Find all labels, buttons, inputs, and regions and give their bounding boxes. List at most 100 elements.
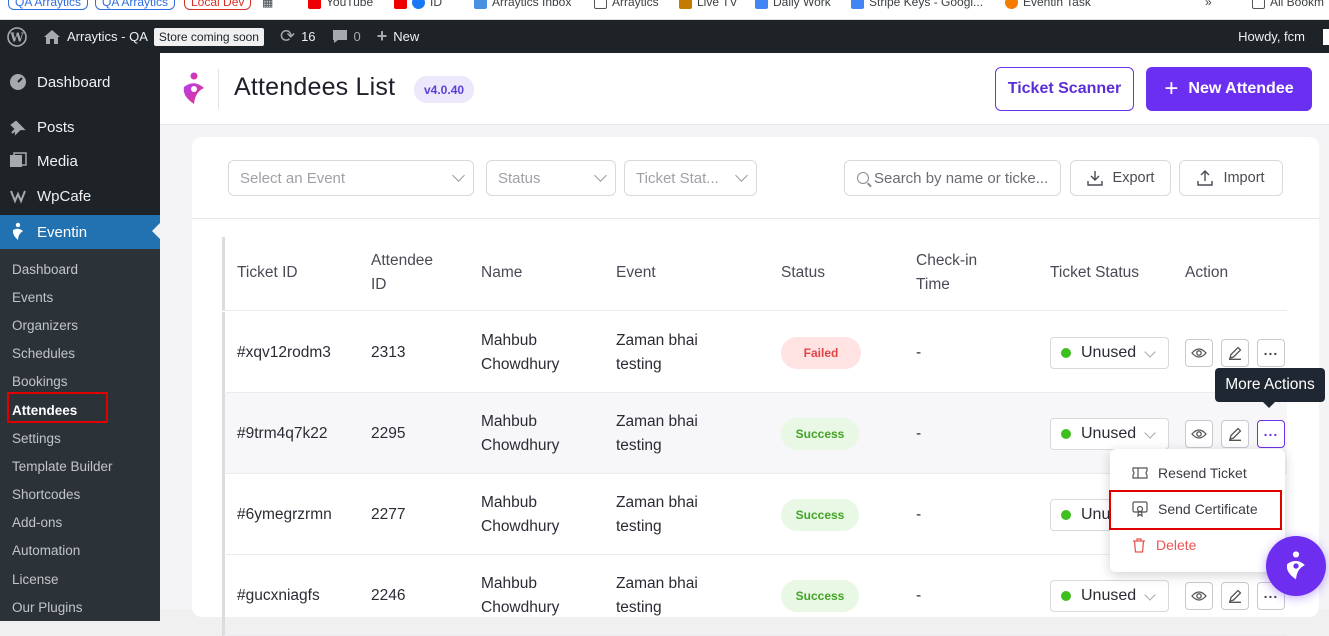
chevron-down-icon	[1144, 427, 1156, 439]
menu-dashboard[interactable]: Dashboard	[0, 67, 160, 97]
updates-link[interactable]: ⟳ 16	[272, 20, 324, 53]
bookmark-apps[interactable]: ▦	[262, 0, 273, 10]
view-button[interactable]	[1185, 420, 1213, 448]
import-button[interactable]: Import	[1179, 160, 1283, 196]
delete-item[interactable]: Delete	[1132, 537, 1196, 553]
edit-button[interactable]	[1221, 420, 1249, 448]
ticket-status-select[interactable]: Unused	[1050, 580, 1169, 612]
ellipsis-icon: ...	[1263, 423, 1279, 439]
red-favicon-icon	[394, 0, 407, 9]
bookmark-stripe-keys[interactable]: Stripe Keys - Googl...	[851, 0, 983, 10]
ticket-status-select[interactable]: Unused	[1050, 337, 1169, 369]
status-badge: Success	[781, 580, 859, 612]
view-button[interactable]	[1185, 339, 1213, 367]
resend-ticket-item[interactable]: Resend Ticket	[1132, 465, 1247, 481]
facebook-icon	[412, 0, 425, 9]
youtube-icon	[308, 0, 321, 9]
svg-text:W: W	[9, 30, 24, 44]
submenu-settings[interactable]: Settings	[0, 424, 160, 452]
checkin-time: -	[916, 587, 922, 604]
submenu-our-plugins[interactable]: Our Plugins	[0, 593, 160, 621]
attendee-id: 2313	[371, 344, 406, 361]
ticket-status-select[interactable]: Ticket Stat...	[624, 160, 757, 196]
table-row: #xqv12rodm3 2313 Mahbub Chowdhury Zaman b…	[222, 312, 1287, 393]
submenu-shortcodes[interactable]: Shortcodes	[0, 481, 160, 509]
menu-posts[interactable]: Posts	[0, 112, 160, 142]
site-name-link[interactable]: Arraytics - QA Store coming soon	[35, 20, 272, 53]
chevron-down-icon	[1144, 346, 1156, 358]
search-input[interactable]: Search by name or ticke...	[844, 160, 1061, 196]
bookmark-eventin-task[interactable]: Eventin Task	[1005, 0, 1091, 10]
eventin-icon	[1286, 551, 1305, 580]
bookmark-arraytics[interactable]: Arraytics	[594, 0, 659, 10]
comments-link[interactable]: 0	[324, 20, 369, 53]
status-badge: Success	[781, 499, 859, 531]
home-icon	[44, 29, 60, 44]
ticket-status-select[interactable]: Unused	[1050, 418, 1169, 450]
status-badge: Failed	[781, 337, 861, 369]
pencil-icon	[1229, 427, 1242, 441]
avatar[interactable]	[1323, 29, 1329, 45]
attendee-name: Mahbub Chowdhury	[481, 413, 560, 454]
submenu-add-ons[interactable]: Add-ons	[0, 509, 160, 537]
eye-icon	[1191, 429, 1207, 439]
submenu-schedules[interactable]: Schedules	[0, 340, 160, 368]
menu-media[interactable]: Media	[0, 146, 160, 176]
bookmark-live-tv[interactable]: Live TV	[679, 0, 737, 10]
ticket-scanner-button[interactable]: Ticket Scanner	[995, 67, 1134, 111]
bookmark-youtube[interactable]: YouTube	[308, 0, 373, 10]
attendee-name: Mahbub Chowdhury	[481, 494, 560, 535]
bookmark-qa-arraytics-1[interactable]: QA Arraytics	[8, 0, 89, 10]
attendees-highlight-box	[7, 392, 108, 423]
wordpress-icon: W	[7, 26, 27, 47]
submenu-organizers[interactable]: Organizers	[0, 311, 160, 339]
docs-icon	[851, 0, 864, 9]
eventin-help-button[interactable]	[1266, 536, 1326, 596]
edit-button[interactable]	[1221, 339, 1249, 367]
eventin-submenu: Dashboard Events Organizers Schedules Bo…	[0, 249, 160, 622]
edit-button[interactable]	[1221, 582, 1249, 610]
eventin-icon	[9, 222, 27, 241]
new-attendee-button[interactable]: + New Attendee	[1146, 67, 1312, 111]
col-ticket-id: Ticket ID	[237, 264, 298, 281]
chevron-down-icon	[594, 169, 607, 182]
submenu-automation[interactable]: Automation	[0, 537, 160, 565]
bookmark-all-bookmarks[interactable]: All Bookm	[1252, 0, 1324, 10]
pin-icon	[9, 118, 27, 136]
col-ticket-status: Ticket Status	[1050, 264, 1140, 281]
ticket-icon	[1132, 467, 1148, 479]
search-icon	[857, 172, 869, 184]
status-select[interactable]: Status	[486, 160, 616, 196]
bookmark-arraytics-inbox[interactable]: Arraytics Inbox	[474, 0, 571, 10]
filter-bar: Select an Event Status Ticket Stat... Se…	[192, 137, 1319, 219]
more-actions-button[interactable]: ...	[1257, 339, 1285, 367]
new-content-link[interactable]: + New	[369, 20, 428, 53]
attendee-id: 2246	[371, 587, 406, 604]
more-actions-button[interactable]: ...	[1257, 420, 1285, 448]
eye-icon	[1191, 348, 1207, 358]
export-button[interactable]: Export	[1070, 160, 1171, 196]
bookmark-id[interactable]: ID	[394, 0, 442, 10]
col-event: Event	[616, 264, 656, 281]
bookmark-local-dev[interactable]: Local Dev	[184, 0, 252, 10]
inbox-icon	[474, 0, 487, 9]
eventin-logo-icon	[183, 72, 204, 104]
view-button[interactable]	[1185, 582, 1213, 610]
bookmark-daily-work[interactable]: Daily Work	[755, 0, 831, 10]
menu-eventin[interactable]: Eventin	[0, 215, 160, 249]
bookmarks-overflow[interactable]: »	[1205, 0, 1212, 10]
checkin-time: -	[916, 506, 922, 523]
account-menu[interactable]: Howdy, fcm	[1238, 20, 1305, 53]
admin-sidebar: Dashboard Posts Media WpCafe Eventin Das…	[0, 53, 160, 622]
ticket-id: #9trm4q7k22	[237, 425, 328, 442]
status-dot-icon	[1061, 348, 1071, 358]
submenu-dashboard[interactable]: Dashboard	[0, 255, 160, 283]
bookmark-qa-arraytics-2[interactable]: QA Arraytics	[95, 0, 176, 10]
event-select[interactable]: Select an Event	[228, 160, 474, 196]
submenu-events[interactable]: Events	[0, 283, 160, 311]
submenu-template-builder[interactable]: Template Builder	[0, 452, 160, 480]
page-header: Attendees List v4.0.40 Ticket Scanner + …	[160, 53, 1329, 125]
submenu-license[interactable]: License	[0, 565, 160, 593]
wordpress-logo[interactable]: W	[0, 20, 35, 53]
menu-wpcafe[interactable]: WpCafe	[0, 181, 160, 211]
